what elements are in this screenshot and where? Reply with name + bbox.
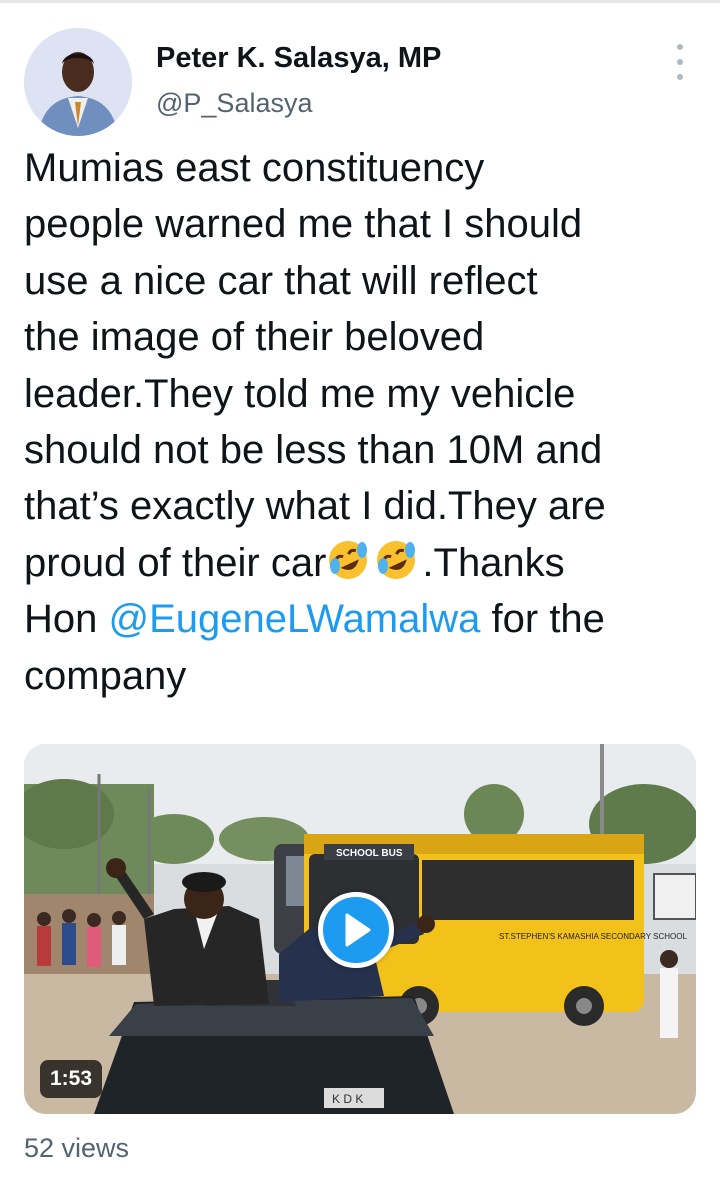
play-icon: [345, 913, 371, 947]
video-duration: 1:53: [40, 1060, 103, 1098]
tweet-line: use a nice car that will reflect: [24, 258, 538, 303]
tweet-text-fragment: for the: [480, 597, 605, 642]
author-handle[interactable]: @P_Salasya: [156, 88, 313, 119]
tweet-text-fragment: Hon: [24, 597, 109, 642]
tweet-text-fragment: .Thanks: [422, 540, 565, 585]
bus-side-text: ST.STEPHEN'S KAMASHIA SECONDARY SCHOOL: [499, 932, 688, 941]
view-count: 52 views: [24, 1133, 130, 1163]
more-dot: [677, 59, 683, 65]
tweet-line: that’s exactly what I did.They are: [24, 484, 606, 529]
tweet-line: Hon @EugeneLWamalwa for the: [24, 591, 704, 647]
video-player[interactable]: SCHOOL BUS ST.STEPHEN'S KAMASHIA SECONDA…: [24, 744, 696, 1114]
play-button[interactable]: [318, 892, 394, 968]
author-name[interactable]: Peter K. Salasya, MP: [156, 42, 441, 75]
tweet-line: proud of their car .Thanks: [24, 535, 704, 591]
tweet-text-fragment: proud of their car: [24, 540, 327, 585]
more-dot: [677, 44, 683, 50]
tweet-line: people warned me that I should: [24, 202, 583, 247]
tweet-line: should not be less than 10M and: [24, 427, 603, 472]
laughing-emoji-icon: [329, 540, 368, 579]
avatar-image: [24, 28, 132, 136]
mention-link[interactable]: @EugeneLWamalwa: [109, 597, 481, 641]
tweet-line: leader.They told me my vehicle: [24, 371, 576, 416]
bus-sign-text: SCHOOL BUS: [336, 848, 403, 859]
top-divider: [0, 0, 720, 3]
more-dot: [677, 74, 683, 80]
tweet-line: company: [24, 653, 187, 698]
tweet-line: Mumias east constituency: [24, 146, 485, 190]
tweet-text: Mumias east constituency people warned m…: [24, 140, 704, 704]
laughing-emoji-icon: [377, 540, 416, 579]
tweet-line: the image of their beloved: [24, 315, 485, 360]
more-options-icon[interactable]: [664, 44, 696, 80]
plate-text: K D K: [332, 1092, 363, 1106]
avatar[interactable]: [24, 28, 132, 136]
